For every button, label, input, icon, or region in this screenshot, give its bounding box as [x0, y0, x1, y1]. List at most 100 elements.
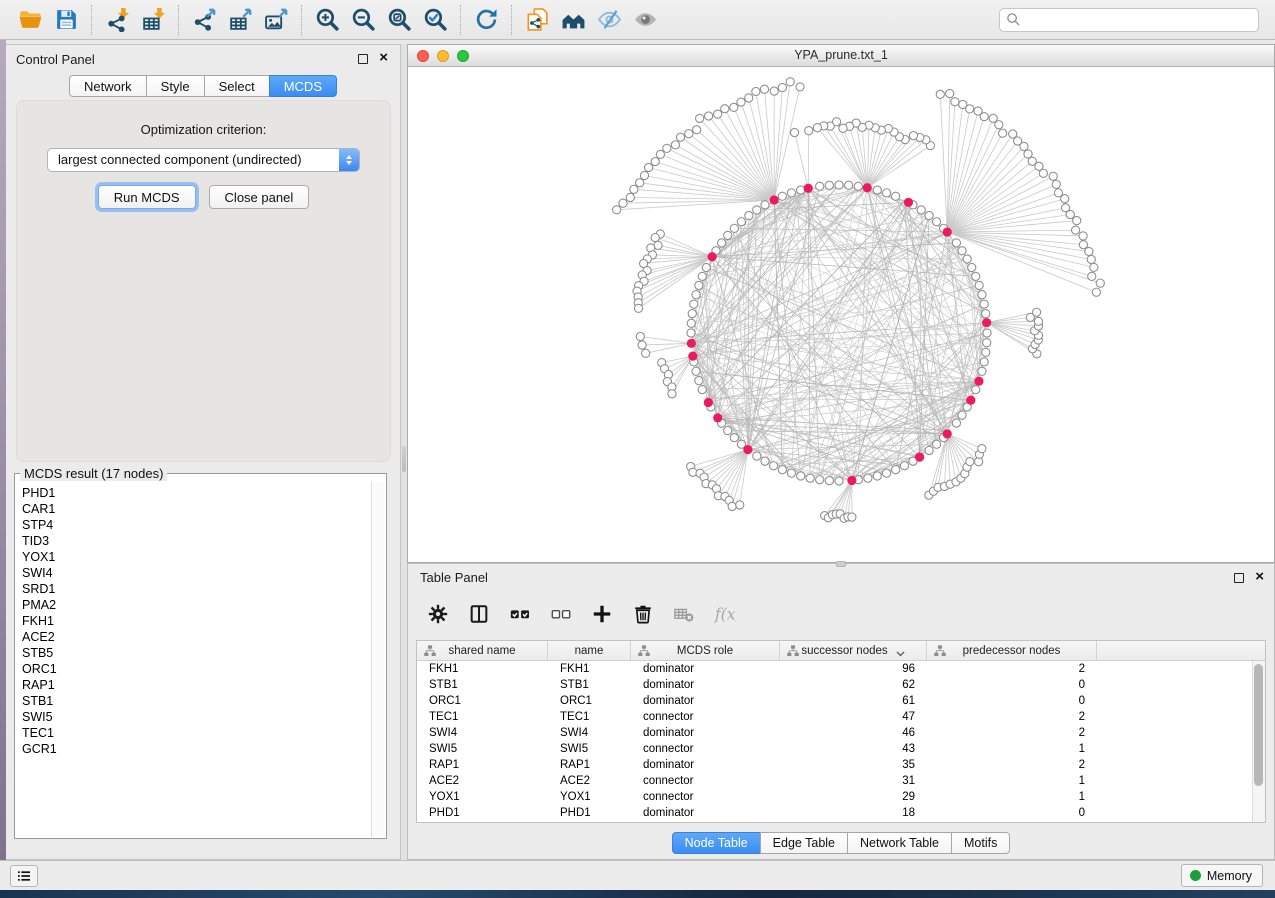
mcds-result-item[interactable]: PMA2	[22, 597, 371, 613]
mcds-result-item[interactable]: FKH1	[22, 613, 371, 629]
column-header-successor-nodes[interactable]: successor nodes	[780, 641, 927, 660]
table-tab-motifs[interactable]: Motifs	[951, 832, 1010, 854]
control-panel: Control Panel × NetworkStyleSelectMCDS O…	[6, 44, 401, 860]
criterion-select[interactable]: largest connected component (undirected)	[47, 148, 360, 172]
network-overview-icon[interactable]	[555, 4, 591, 36]
table-row[interactable]: PHD1PHD1dominator180	[417, 805, 1265, 821]
toolbar-separator	[178, 5, 179, 35]
mcds-result-item[interactable]: SRD1	[22, 581, 371, 597]
table-tab-network-table[interactable]: Network Table	[847, 832, 952, 854]
network-canvas[interactable]	[408, 67, 1274, 562]
mcds-result-item[interactable]: ACE2	[22, 629, 371, 645]
tab-select[interactable]: Select	[204, 75, 270, 97]
table-cell: PHD1	[417, 805, 548, 821]
column-header-predecessor-nodes[interactable]: predecessor nodes	[927, 641, 1097, 660]
save-session-icon[interactable]	[48, 4, 84, 36]
import-network-icon[interactable]	[99, 4, 135, 36]
column-header-MCDS-role[interactable]: MCDS role	[631, 641, 780, 660]
mcds-list-scrollbar[interactable]	[371, 482, 385, 837]
mcds-result-item[interactable]: ORC1	[22, 661, 371, 677]
deselect-all-rows-icon[interactable]	[549, 602, 573, 626]
table-scrollbar-thumb[interactable]	[1254, 664, 1263, 786]
mcds-result-item[interactable]: RAP1	[22, 677, 371, 693]
minimize-window-button[interactable]	[437, 50, 449, 62]
tab-style[interactable]: Style	[146, 75, 205, 97]
delete-column-icon[interactable]	[631, 602, 655, 626]
table-tab-edge-table[interactable]: Edge Table	[760, 832, 848, 854]
mcds-result-item[interactable]: TID3	[22, 533, 371, 549]
task-history-button[interactable]	[10, 865, 38, 887]
close-panel-icon[interactable]: ×	[379, 49, 388, 67]
export-image-icon[interactable]	[258, 4, 294, 36]
table-row[interactable]: ACE2ACE2connector311	[417, 773, 1265, 789]
table-row[interactable]: YOX1YOX1connector291	[417, 789, 1265, 805]
column-type-icon	[934, 645, 946, 657]
float-panel-icon[interactable]	[358, 54, 368, 64]
table-row[interactable]: SWI5SWI5connector431	[417, 741, 1265, 757]
select-all-rows-icon[interactable]	[508, 602, 532, 626]
table-tab-node-table[interactable]: Node Table	[672, 832, 761, 854]
close-window-button[interactable]	[417, 50, 429, 62]
mcds-result-item[interactable]: SWI5	[22, 709, 371, 725]
zoom-out-icon[interactable]	[345, 4, 381, 36]
table-row[interactable]: SWI4SWI4dominator462	[417, 725, 1265, 741]
table-cell: STB1	[548, 677, 631, 693]
zoom-fit-icon[interactable]	[381, 4, 417, 36]
table-cell: 1	[927, 741, 1097, 757]
horizontal-splitter-handle[interactable]	[836, 561, 846, 567]
column-type-icon	[424, 645, 436, 657]
refresh-layout-icon[interactable]	[468, 4, 504, 36]
column-header-name[interactable]: name	[548, 641, 631, 660]
zoom-selected-icon[interactable]	[417, 4, 453, 36]
table-cell: TEC1	[548, 709, 631, 725]
table-row[interactable]: FKH1FKH1dominator962	[417, 661, 1265, 677]
mcds-result-item[interactable]: GCR1	[22, 741, 371, 757]
hide-graphics-details-icon[interactable]	[591, 4, 627, 36]
run-mcds-button[interactable]: Run MCDS	[98, 185, 196, 209]
show-graphics-details-icon[interactable]	[627, 4, 663, 36]
memory-status-icon	[1190, 870, 1201, 881]
maximize-window-button[interactable]	[457, 50, 469, 62]
mcds-result-item[interactable]: CAR1	[22, 501, 371, 517]
close-panel-button[interactable]: Close panel	[209, 185, 310, 209]
export-network-icon[interactable]	[186, 4, 222, 36]
show-columns-icon[interactable]	[467, 602, 491, 626]
table-cell: dominator	[631, 805, 780, 821]
import-table-icon[interactable]	[135, 4, 171, 36]
mcds-result-item[interactable]: SWI4	[22, 565, 371, 581]
table-cell: connector	[631, 741, 780, 757]
mcds-result-item[interactable]: STP4	[22, 517, 371, 533]
table-row[interactable]: TEC1TEC1connector472	[417, 709, 1265, 725]
tab-network[interactable]: Network	[69, 75, 147, 97]
mcds-tab-content: Optimization criterion: largest connecte…	[16, 100, 391, 462]
memory-button[interactable]: Memory	[1181, 864, 1263, 887]
table-cell: SWI5	[417, 741, 548, 757]
table-scrollbar[interactable]	[1252, 661, 1265, 822]
mcds-result-item[interactable]: STB1	[22, 693, 371, 709]
mcds-result-item[interactable]: PHD1	[22, 485, 371, 501]
add-column-icon[interactable]	[590, 602, 614, 626]
mcds-result-item[interactable]: TEC1	[22, 725, 371, 741]
search-input[interactable]	[999, 8, 1259, 32]
mcds-result-list[interactable]: PHD1CAR1STP4TID3YOX1SWI4SRD1PMA2FKH1ACE2…	[16, 483, 371, 837]
mcds-result-item[interactable]: STB5	[22, 645, 371, 661]
clone-network-icon[interactable]	[519, 4, 555, 36]
open-file-icon[interactable]	[12, 4, 48, 36]
table-row[interactable]: RAP1RAP1dominator352	[417, 757, 1265, 773]
tab-mcds[interactable]: MCDS	[269, 75, 337, 97]
close-table-panel-icon[interactable]: ×	[1255, 568, 1264, 586]
network-window-titlebar: YPA_prune.txt_1	[408, 45, 1274, 67]
table-row[interactable]: ORC1ORC1dominator610	[417, 693, 1265, 709]
export-table-icon[interactable]	[222, 4, 258, 36]
table-cell: dominator	[631, 661, 780, 677]
table-settings-icon[interactable]	[426, 602, 450, 626]
zoom-in-icon[interactable]	[309, 4, 345, 36]
column-header-shared-name[interactable]: shared name	[417, 641, 548, 660]
float-table-panel-icon[interactable]	[1234, 573, 1244, 583]
toolbar-separator	[460, 5, 461, 35]
mcds-result-item[interactable]: YOX1	[22, 549, 371, 565]
table-cell: dominator	[631, 693, 780, 709]
table-row[interactable]: STB1STB1dominator620	[417, 677, 1265, 693]
table-cell: SWI5	[548, 741, 631, 757]
table-panel-tabs: Node TableEdge TableNetwork TableMotifs	[408, 832, 1274, 854]
